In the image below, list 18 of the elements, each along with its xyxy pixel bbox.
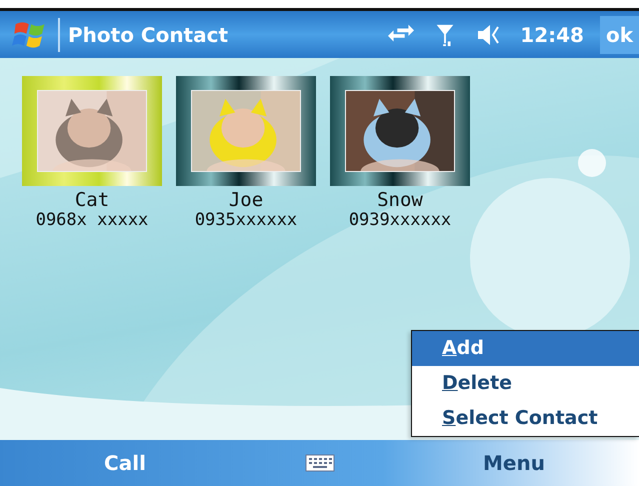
menu-item[interactable]: Select Contact [412,401,639,436]
clock-time[interactable]: 12:48 [520,22,584,46]
contact-phone: 0935xxxxxx [194,210,298,230]
photo-frame[interactable] [176,76,316,186]
contact-name: Snow [377,190,423,210]
photo-frame[interactable] [330,76,470,186]
call-softkey[interactable]: Call [0,450,250,476]
contact-name: Joe [228,190,264,210]
ok-button[interactable]: ok [600,16,639,54]
menu-item[interactable]: Add [412,331,639,366]
keyboard-icon[interactable] [304,453,334,473]
window-title: Photo Contact [68,22,228,46]
menu-softkey[interactable]: Menu [389,450,639,476]
contact-phone: 0939xxxxxx [348,210,452,230]
wallpaper-glow [578,149,606,177]
contact-phone: 0968x xxxxx [36,210,148,230]
menu-item[interactable]: Delete [412,366,639,401]
contact-name: Cat [74,190,110,210]
